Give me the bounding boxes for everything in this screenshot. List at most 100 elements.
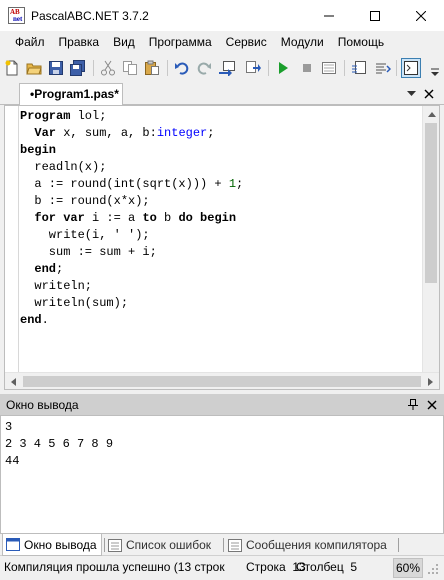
code-token: lol;: [77, 109, 107, 123]
step-button[interactable]: [244, 59, 262, 77]
save-all-icon: [70, 60, 85, 76]
close-button[interactable]: [398, 0, 444, 31]
debug-button[interactable]: [320, 59, 338, 77]
status-bar: Компиляция прошла успешно (13 строк Стро…: [0, 557, 444, 580]
cut-button[interactable]: [99, 59, 117, 77]
code-token: ;: [236, 177, 244, 191]
close-tab-button[interactable]: [421, 82, 437, 105]
compile-button[interactable]: [218, 59, 236, 77]
vertical-scroll-thumb[interactable]: [425, 123, 437, 283]
horizontal-scroll-thumb[interactable]: [23, 376, 421, 387]
code-line[interactable]: end.: [20, 312, 243, 329]
save-button[interactable]: [47, 59, 65, 77]
tab-list-button[interactable]: [403, 82, 419, 105]
output-window-icon: [6, 538, 20, 551]
menu-edit[interactable]: Правка: [52, 31, 107, 54]
resize-grip-icon[interactable]: [426, 562, 440, 576]
toolbar-separator: [344, 60, 345, 76]
code-token: a := round(int(sqrt(x))) +: [20, 177, 229, 191]
code-line[interactable]: end;: [20, 261, 243, 278]
format-code-button[interactable]: [374, 59, 392, 77]
code-token: b := round(x*x);: [20, 194, 150, 208]
cut-icon: [101, 60, 115, 76]
code-token: readln(x);: [20, 160, 107, 174]
tab-error-list[interactable]: Список ошибок: [108, 534, 211, 556]
cursor-column: Столбец 5: [296, 560, 358, 574]
code-token: b: [164, 211, 179, 225]
output-panel-title: Окно вывода: [6, 397, 79, 412]
code-token: ;: [207, 126, 215, 140]
maximize-icon: [370, 10, 380, 21]
code-line[interactable]: a := round(int(sqrt(x))) + 1;: [20, 176, 243, 193]
code-token: begin: [20, 143, 57, 157]
code-line[interactable]: writeln(sum);: [20, 295, 243, 312]
menu-modules[interactable]: Модули: [274, 31, 331, 54]
code-line[interactable]: readln(x);: [20, 159, 243, 176]
title-bar: AB net PascalABC.NET 3.7.2: [0, 0, 444, 31]
code-editor[interactable]: Program lol; Var x, sum, a, b:integer; be…: [4, 105, 440, 390]
output-window[interactable]: 3 2 3 4 5 6 7 8 9 44: [0, 415, 444, 534]
code-line[interactable]: Program lol;: [20, 108, 243, 125]
minimize-button[interactable]: [306, 0, 352, 31]
copy-button[interactable]: [121, 59, 139, 77]
pin-button[interactable]: [405, 394, 421, 415]
undo-button[interactable]: [173, 59, 191, 77]
zoom-level[interactable]: 60%: [393, 558, 423, 578]
maximize-button[interactable]: [352, 0, 398, 31]
editor-horizontal-scrollbar[interactable]: [5, 372, 439, 389]
code-token: writeln(sum);: [20, 296, 129, 310]
code-text[interactable]: Program lol; Var x, sum, a, b:integer; be…: [20, 108, 243, 329]
window-title: PascalABC.NET 3.7.2: [31, 8, 149, 23]
redo-icon: [197, 62, 211, 75]
bottom-tab-strip: Окно вывода Список ошибок Сообщения комп…: [0, 534, 444, 556]
format-button[interactable]: [350, 59, 368, 77]
open-folder-icon: [26, 63, 42, 75]
save-all-button[interactable]: [69, 59, 87, 77]
format-code-icon: [376, 63, 391, 74]
toolbar-overflow-button[interactable]: [428, 66, 442, 78]
scroll-up-arrow[interactable]: [423, 106, 440, 123]
code-token: end: [20, 262, 57, 276]
editor-vertical-scrollbar[interactable]: [422, 106, 439, 373]
output-window-button[interactable]: [401, 58, 421, 78]
code-token: integer: [156, 126, 208, 140]
code-token: end: [20, 313, 42, 327]
code-token: sum := sum + i;: [20, 245, 157, 259]
paste-button[interactable]: [143, 59, 161, 77]
redo-button[interactable]: [195, 59, 213, 77]
chevron-down-icon: [406, 90, 416, 96]
code-line[interactable]: Var x, sum, a, b:integer;: [20, 125, 243, 142]
new-file-button[interactable]: [3, 59, 21, 77]
menu-file[interactable]: Файл: [8, 31, 52, 54]
code-line[interactable]: for var i := a to b do begin: [20, 210, 243, 227]
code-line[interactable]: begin: [20, 142, 243, 159]
code-token: to: [142, 211, 165, 225]
tab-output-window[interactable]: Окно вывода: [2, 534, 102, 556]
paste-icon: [145, 60, 159, 75]
open-button[interactable]: [25, 59, 43, 77]
copy-icon: [123, 61, 137, 75]
code-line[interactable]: sum := sum + i;: [20, 244, 243, 261]
tab-compiler-messages[interactable]: Сообщения компилятора: [228, 534, 387, 556]
menu-help[interactable]: Помощь: [331, 31, 391, 54]
tab-separator: [104, 538, 105, 552]
toolbar-separator: [93, 60, 94, 76]
code-line[interactable]: b := round(x*x);: [20, 193, 243, 210]
toolbar-separator: [167, 60, 168, 76]
code-line[interactable]: writeln;: [20, 278, 243, 295]
scroll-left-arrow[interactable]: [5, 373, 22, 390]
editor-tab-strip: •Program1.pas*: [0, 82, 444, 106]
tab-program1[interactable]: •Program1.pas*: [19, 83, 123, 106]
new-file-icon: [5, 60, 18, 76]
output-window-icon: [404, 61, 418, 75]
menu-tools[interactable]: Сервис: [219, 31, 274, 54]
scroll-right-arrow[interactable]: [422, 373, 439, 390]
run-button[interactable]: [274, 59, 292, 77]
editor-gutter: [5, 106, 19, 373]
tab-separator: [223, 538, 224, 552]
menu-program[interactable]: Программа: [142, 31, 219, 54]
close-output-button[interactable]: [424, 394, 440, 415]
menu-view[interactable]: Вид: [106, 31, 142, 54]
stop-button[interactable]: [298, 59, 316, 77]
code-line[interactable]: write(i, ' ');: [20, 227, 243, 244]
